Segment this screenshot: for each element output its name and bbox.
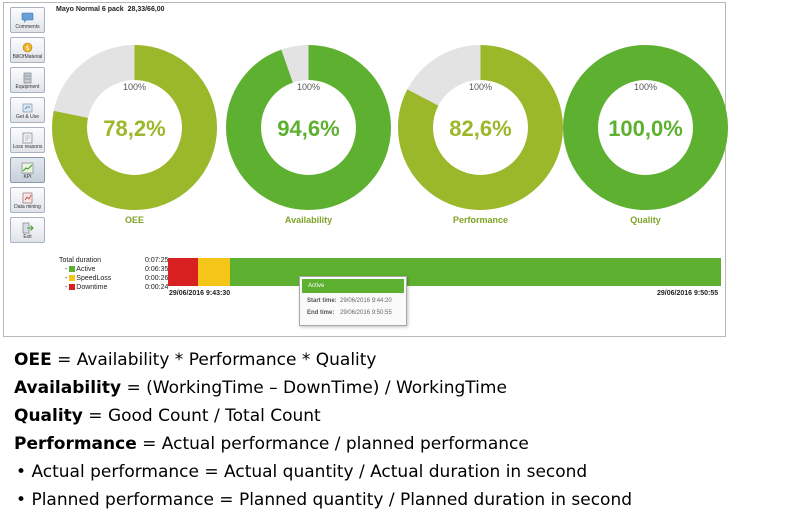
- equipment-icon: [23, 72, 32, 84]
- timeline-end-time: 29/06/2016 9:50:55: [657, 290, 719, 297]
- bullet-planned-text: Planned performance = Planned quantity /…: [31, 490, 633, 510]
- tooltip-end-row: End time: 29/06/2016 9:50:55: [300, 307, 406, 319]
- bill-of-material-button[interactable]: $ BillOfMaterial: [10, 37, 45, 63]
- data-mining-button[interactable]: Data mining: [10, 187, 45, 213]
- window-title: Mayo Normal 6 pack 28,33/66,00: [56, 6, 165, 13]
- kpi-label: KPI: [23, 174, 32, 180]
- availability-formula-rest: = (WorkingTime – DownTime) / WorkingTime: [121, 378, 507, 398]
- performance-formula-term: Performance: [14, 434, 137, 454]
- quality-label: Quality: [630, 215, 661, 225]
- kpi-button[interactable]: KPI: [10, 157, 45, 183]
- oee-label: OEE: [124, 215, 144, 225]
- active-duration-label: Active: [76, 266, 96, 273]
- performance-formula: Performance = Actual performance / plann…: [14, 430, 632, 458]
- tooltip-start-row: Start time: 29/06/2016 9:44:20: [300, 295, 406, 307]
- comments-label: Comments: [15, 24, 40, 30]
- downtime-duration-row: - Downtime 0:00:24: [65, 284, 169, 291]
- oee-donut-chart: 100% 78,2%: [52, 45, 217, 210]
- exit-icon: [22, 222, 34, 234]
- oee-max-label: 100%: [122, 82, 147, 92]
- state-timeline[interactable]: [168, 258, 721, 286]
- tooltip-title: Active: [302, 279, 404, 293]
- downtime-duration-value: 0:00:24: [145, 284, 169, 291]
- data-mining-icon: [22, 192, 33, 204]
- performance-donut-chart: 100% 82,6%: [398, 45, 563, 210]
- bill-of-material-icon: $: [22, 42, 33, 53]
- speedloss-duration-value: 0:00:26: [145, 275, 169, 282]
- total-duration-value: 0:07:25: [145, 257, 169, 264]
- oee-value: 78,2%: [103, 116, 166, 141]
- downtime-swatch: [69, 284, 76, 290]
- tooltip-start-value: 29/06/2016 9:44:20: [340, 298, 392, 304]
- get-and-use-button[interactable]: Get & Use: [10, 97, 45, 123]
- quality-value: 100,0%: [608, 116, 683, 141]
- kpi-screen: Mayo Normal 6 pack 28,33/66,00 Comments …: [3, 2, 728, 337]
- total-duration-label: Total duration: [59, 257, 102, 264]
- get-and-use-label: Get & Use: [15, 114, 40, 120]
- downtime-segment[interactable]: [168, 258, 198, 286]
- availability-max-label: 100%: [296, 82, 321, 92]
- active-duration-value: 0:06:35: [145, 266, 169, 273]
- get-and-use-icon: [22, 103, 33, 113]
- segment-tooltip: Active Start time: 29/06/2016 9:44:20 End…: [299, 276, 407, 326]
- formula-text: OEE = Availability * Performance * Quali…: [14, 346, 632, 514]
- quality-formula-rest: = Good Count / Total Count: [82, 406, 321, 426]
- oee-formula-rest: = Availability * Performance * Quality: [51, 350, 377, 370]
- comments-button[interactable]: Comments: [10, 7, 45, 33]
- equipment-label: Equipment: [15, 84, 40, 90]
- bill-of-material-label: BillOfMaterial: [12, 54, 43, 60]
- tooltip-end-label: End time:: [307, 310, 335, 316]
- performance-formula-rest: = Actual performance / planned performan…: [136, 434, 529, 454]
- quality-formula: Quality = Good Count / Total Count: [14, 402, 632, 430]
- bullet-actual-performance: • Actual performance = Actual quantity /…: [16, 462, 588, 482]
- kpi-icon: [21, 162, 34, 174]
- equipment-button[interactable]: Equipment: [10, 67, 45, 93]
- quality-max-label: 100%: [633, 82, 658, 92]
- availability-formula: Availability = (WorkingTime – DownTime) …: [14, 374, 632, 402]
- quality-formula-term: Quality: [14, 406, 83, 426]
- timeline-start-time: 29/06/2016 9:43:30: [169, 290, 231, 297]
- speedloss-duration-row: - SpeedLoss 0:00:26: [65, 275, 169, 282]
- active-swatch: [69, 266, 76, 272]
- speedloss-swatch: [69, 275, 76, 281]
- speedloss-segment[interactable]: [197, 258, 231, 286]
- exit-button[interactable]: Exit: [10, 217, 45, 243]
- availability-formula-term: Availability: [14, 378, 122, 398]
- downtime-duration-label: Downtime: [76, 284, 108, 291]
- oee-formula: OEE = Availability * Performance * Quali…: [14, 346, 632, 374]
- total-duration-row: Total duration 0:07:25: [59, 257, 171, 266]
- availability-value: 94,6%: [277, 116, 340, 141]
- comments-icon: [21, 12, 34, 23]
- loss-reasons-label: Loss reasons: [12, 144, 43, 150]
- data-mining-label: Data mining: [14, 204, 41, 210]
- availability-label: Availability: [284, 215, 333, 225]
- bullet-actual-text: Actual performance = Actual quantity / A…: [31, 462, 588, 482]
- loss-reasons-icon: [22, 132, 33, 144]
- toolbar: Comments $ BillOfMaterial Equipment Get …: [10, 7, 48, 247]
- loss-reasons-button[interactable]: Loss reasons: [10, 127, 45, 153]
- performance-max-label: 100%: [468, 82, 493, 92]
- bullet-planned-performance: • Planned performance = Planned quantity…: [16, 490, 633, 510]
- performance-label: Performance: [452, 215, 509, 225]
- speedloss-duration-label: SpeedLoss: [76, 275, 112, 282]
- quality-donut-chart: 100% 100,0%: [563, 45, 728, 210]
- active-duration-row: - Active 0:06:35: [65, 266, 169, 273]
- svg-text:$: $: [26, 45, 30, 52]
- oee-formula-term: OEE: [14, 350, 52, 370]
- duration-table: Total duration 0:07:25 - Active 0:06:35 …: [59, 257, 171, 293]
- exit-label: Exit: [23, 234, 32, 240]
- performance-value: 82,6%: [449, 116, 512, 141]
- tooltip-end-value: 29/06/2016 9:50:55: [340, 310, 392, 316]
- availability-donut-chart: 100% 94,6%: [226, 45, 391, 210]
- tooltip-start-label: Start time:: [307, 298, 337, 304]
